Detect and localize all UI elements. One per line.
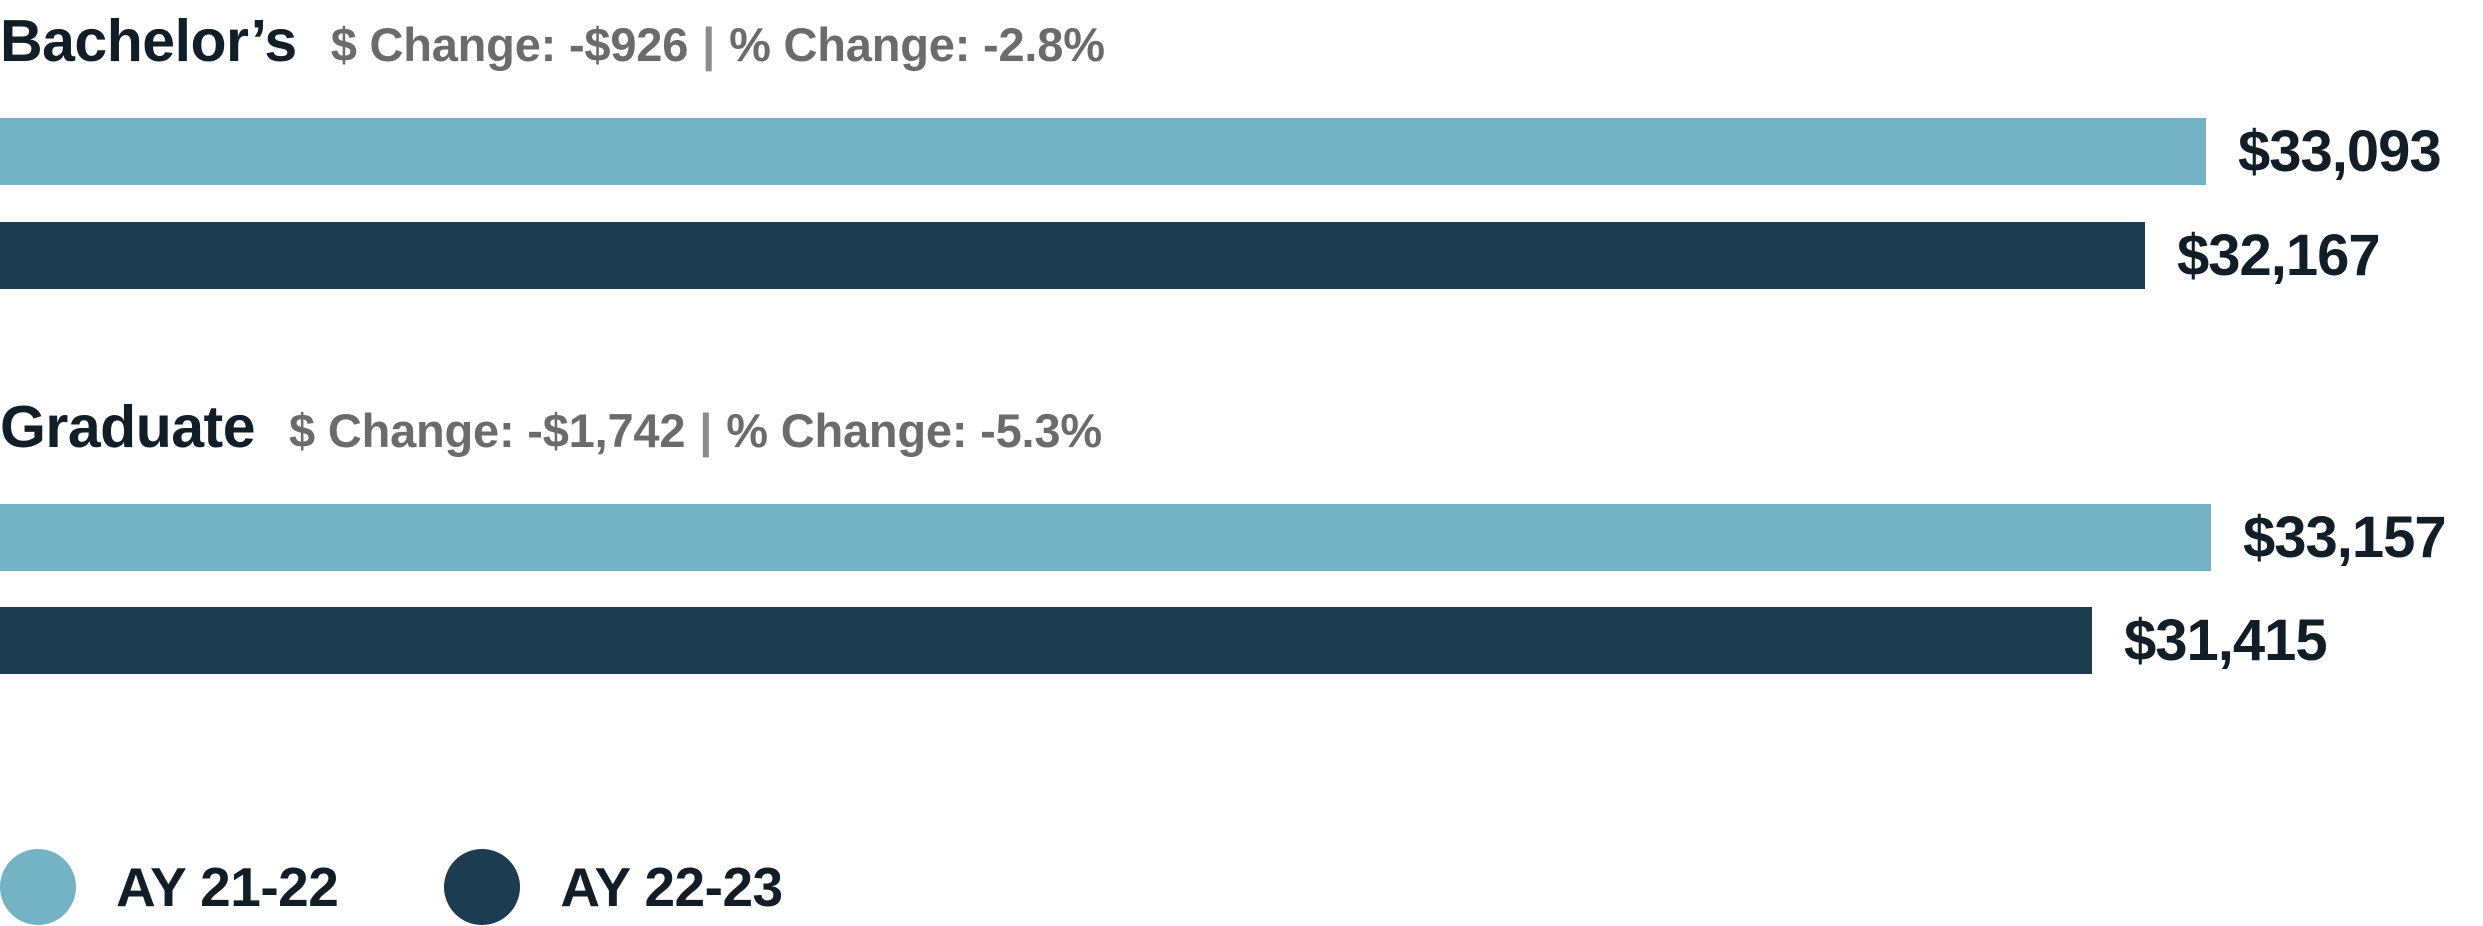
group-stats: $ Change: -$926 |% Change: -2.8% — [331, 21, 1105, 68]
bar-value-label: $32,167 — [2177, 222, 2381, 288]
chart-legend: AY 21-22 AY 22-23 — [0, 848, 783, 926]
legend-swatch-icon — [0, 849, 76, 925]
dollar-change-label: $ Change: -$1,742 — [289, 404, 686, 457]
bar-value-label: $31,415 — [2124, 607, 2328, 673]
bar-value-label: $33,157 — [2243, 504, 2447, 570]
group-header: Bachelor’s $ Change: -$926 |% Change: -2.… — [0, 12, 1105, 74]
legend-swatch-icon — [444, 849, 521, 925]
bar-graduate-ay2122[interactable] — [0, 504, 2211, 571]
legend-item-ay2122[interactable]: AY 21-22 — [0, 849, 339, 925]
legend-item-ay2223[interactable]: AY 22-23 — [444, 849, 783, 925]
bar-chart: Bachelor’s $ Change: -$926 |% Change: -2.… — [0, 0, 2483, 925]
dollar-change-label: $ Change: -$926 — [330, 18, 689, 71]
stats-separator: | — [699, 404, 713, 457]
bar-row: $32,167 — [0, 222, 2483, 289]
legend-label: AY 22-23 — [560, 855, 783, 918]
group-header: Graduate $ Change: -$1,742 |% Change: -5.… — [0, 398, 1102, 460]
bar-row: $31,415 — [0, 607, 2483, 674]
stats-separator: | — [702, 18, 716, 71]
chart-group-bachelors: Bachelor’s $ Change: -$926 |% Change: -2.… — [0, 0, 2483, 300]
bar-row: $33,157 — [0, 504, 2483, 571]
group-stats: $ Change: -$1,742 |% Change: -5.3% — [289, 407, 1102, 454]
group-title: Graduate — [0, 394, 256, 460]
legend-label: AY 21-22 — [116, 855, 339, 918]
group-title: Bachelor’s — [0, 8, 297, 74]
percent-change-label: % Change: -2.8% — [729, 18, 1105, 71]
percent-change-label: % Change: -5.3% — [726, 404, 1102, 457]
bar-value-label: $33,093 — [2238, 118, 2442, 184]
bar-bachelors-ay2122[interactable] — [0, 118, 2206, 185]
bar-row: $33,093 — [0, 118, 2483, 185]
bar-graduate-ay2223[interactable] — [0, 607, 2092, 674]
bar-bachelors-ay2223[interactable] — [0, 222, 2145, 289]
chart-group-graduate: Graduate $ Change: -$1,742 |% Change: -5.… — [0, 386, 2483, 686]
